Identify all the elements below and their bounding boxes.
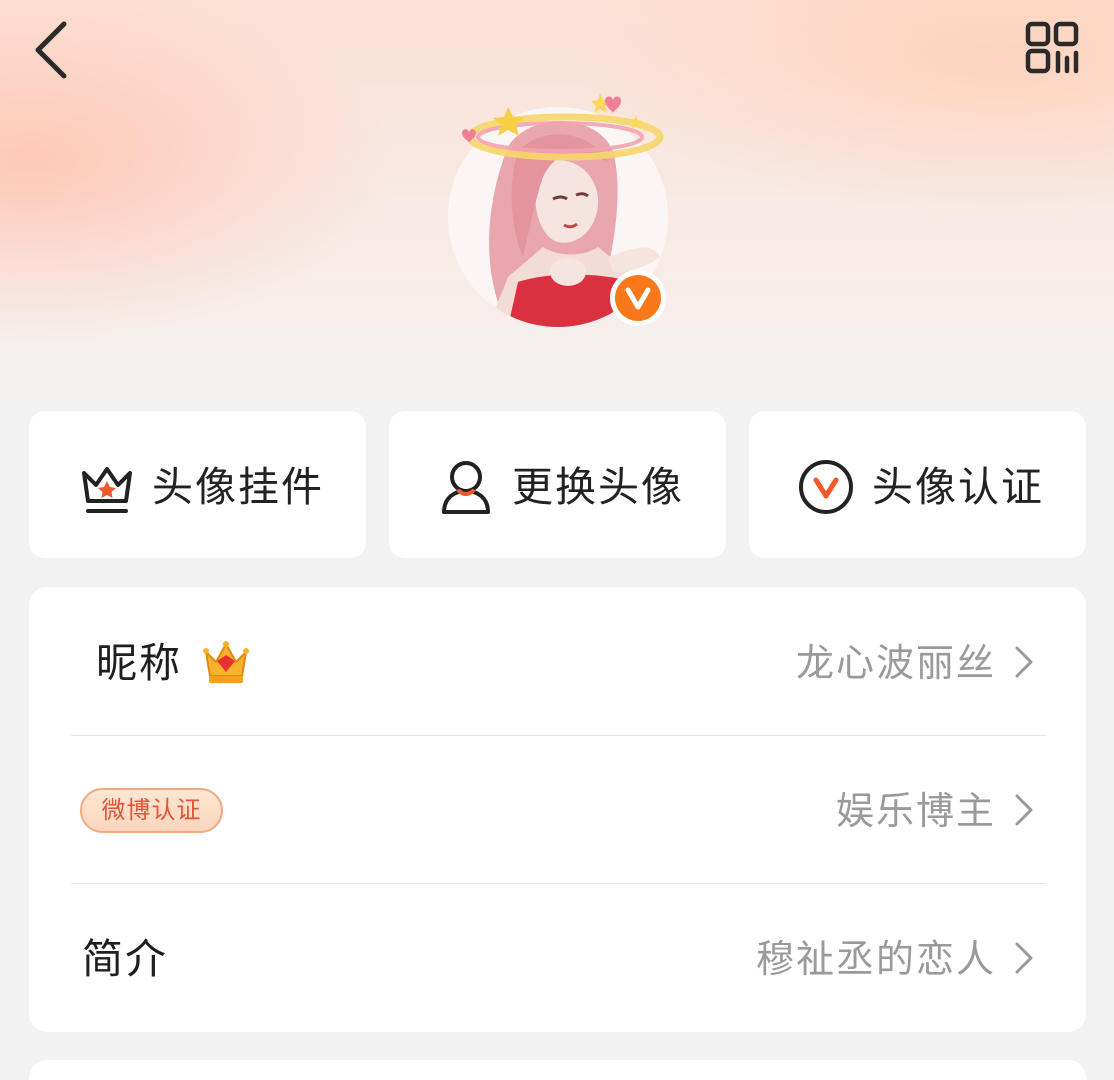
nickname-label: 昵称: [96, 639, 182, 687]
person-icon: [442, 461, 490, 514]
avatar-verify-label: 头像认证: [872, 463, 1044, 511]
nickname-value: 龙心波丽丝: [795, 641, 996, 685]
certification-value: 娱乐博主: [835, 789, 996, 833]
back-arrow-icon: [35, 21, 67, 79]
qr-code-button[interactable]: [1022, 20, 1084, 76]
chevron-right-icon: [1015, 942, 1033, 974]
halo-decoration: [462, 93, 664, 161]
bio-label: 简介: [82, 935, 168, 983]
crown-icon: [203, 641, 249, 683]
weibo-certification-badge: 微博认证: [80, 788, 223, 833]
avatar[interactable]: [440, 75, 680, 330]
verify-v-icon: [799, 460, 853, 514]
chevron-right-icon: [1015, 794, 1033, 826]
back-button[interactable]: [28, 18, 80, 82]
change-avatar-label: 更换头像: [512, 463, 684, 511]
verified-v-icon: [625, 287, 651, 310]
qr-code-icon: [1025, 21, 1079, 74]
bio-value: 穆祉丞的恋人: [755, 937, 996, 981]
pendant-crown-icon: [82, 467, 132, 513]
next-section-card: [29, 1060, 1086, 1080]
avatar-pendant-label: 头像挂件: [152, 463, 324, 511]
avatar-verified-badge: [610, 270, 666, 326]
chevron-right-icon: [1015, 646, 1033, 678]
